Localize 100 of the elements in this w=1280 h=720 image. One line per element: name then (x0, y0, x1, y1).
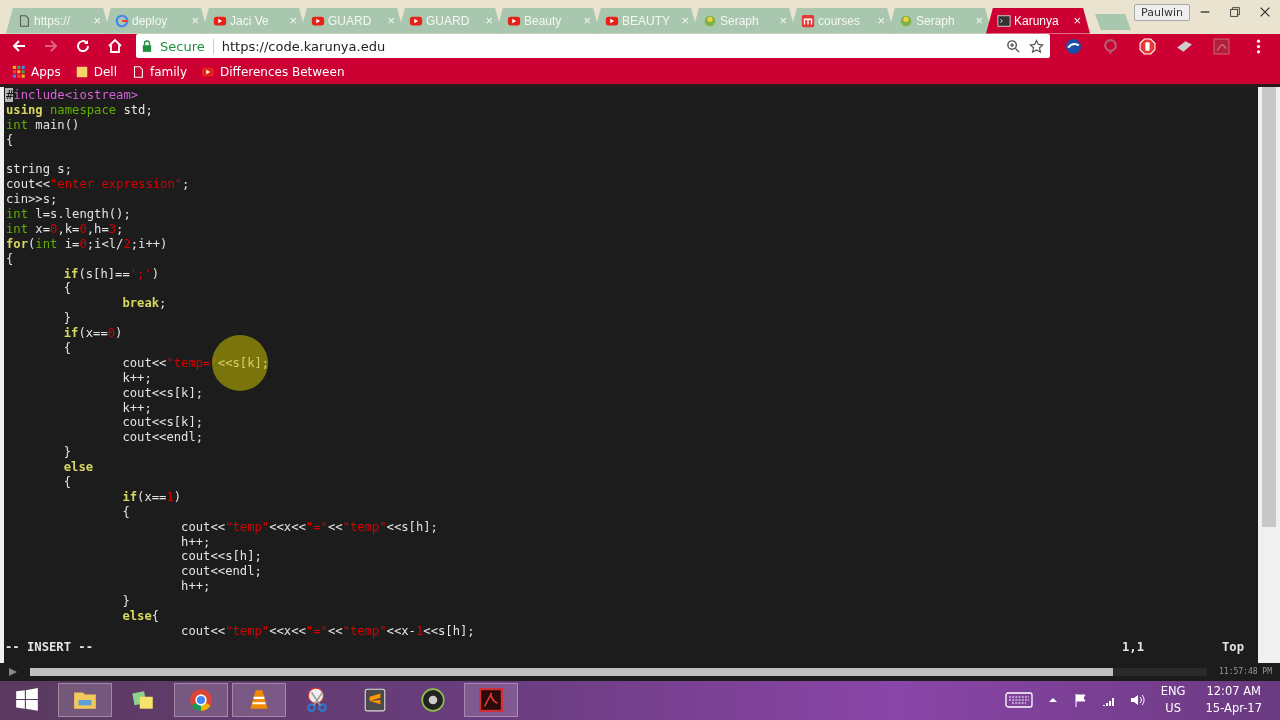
letter-m-icon (801, 13, 815, 28)
zoom-icon[interactable] (1006, 38, 1021, 54)
code-line: { (62, 281, 73, 297)
taskbar-button[interactable] (232, 683, 286, 718)
tab-close-button[interactable]: × (583, 13, 591, 29)
code-line: { (121, 504, 131, 520)
close-icon[interactable] (1258, 5, 1272, 19)
bookmark[interactable]: family (131, 64, 188, 79)
scissors-icon (304, 687, 330, 714)
star-icon[interactable] (1029, 38, 1044, 54)
code-line: break; (121, 296, 168, 312)
code-line: } (62, 311, 73, 327)
code-line: int x=0,k=0,h=3; (5, 221, 125, 237)
secure-label: Secure (160, 38, 214, 54)
tab-title: https:// (34, 13, 72, 28)
url-text: https://code.karunya.edu (221, 38, 386, 54)
disc-icon (420, 687, 446, 714)
browser-tab[interactable]: Karunya × (986, 7, 1090, 34)
code-line: if(s[h]==';') (62, 266, 161, 282)
progress-bar[interactable] (30, 667, 1113, 676)
tab-title: deploy (132, 13, 169, 28)
flag-icon[interactable] (1072, 692, 1089, 709)
code-line: int main() (5, 117, 81, 133)
play-icon[interactable] (8, 666, 18, 677)
code-line: if(x==0) (62, 326, 124, 341)
code-line: cout<<"temp"<<x<<"="<<"temp"<<x-1<<s[h]; (180, 623, 476, 639)
tab-close-button[interactable]: × (681, 13, 689, 29)
code-line: cin>>s; (5, 192, 59, 207)
tab-title: Seraph (720, 13, 760, 28)
apps-grid-icon (12, 64, 26, 79)
stop-hand-icon[interactable] (1139, 37, 1156, 55)
page-icon (17, 13, 31, 28)
code-line: cout<<endl; (180, 564, 263, 580)
pdf-icon (478, 687, 504, 714)
folder-icon (74, 64, 89, 79)
home-icon[interactable] (107, 38, 123, 55)
windows-logo-icon (14, 687, 40, 714)
tab-title: Beauty (524, 13, 563, 28)
scroll-position: Top (1222, 638, 1244, 655)
code-line: cout<<"temp="<<s[k]; (121, 355, 271, 371)
tab-close-button[interactable]: × (387, 13, 395, 29)
tab-close-button[interactable]: × (289, 13, 297, 29)
tab-close-button[interactable]: × (191, 13, 199, 29)
taskbar-button[interactable] (58, 683, 112, 718)
tab-close-button[interactable]: × (1073, 13, 1081, 29)
code-line: k++; (121, 400, 153, 416)
code-line: h++; (180, 579, 212, 595)
cursor-position: 1,1 (1121, 638, 1144, 655)
restore-icon[interactable] (1228, 5, 1242, 19)
keyboard-icon[interactable] (1004, 692, 1033, 709)
code-line: if(x==1) (121, 489, 183, 505)
code-line: h++; (180, 534, 212, 550)
tab-title: GUARD (328, 13, 373, 28)
page-icon (131, 64, 145, 79)
tab-title: Seraph (916, 13, 956, 28)
code-line: { (5, 251, 15, 267)
code-line: cout<<s[h]; (180, 549, 263, 565)
tab-title: courses (818, 13, 862, 28)
bookmark[interactable]: Dell (74, 64, 117, 79)
code-line: { (5, 132, 15, 148)
tab-close-button[interactable]: × (93, 13, 101, 29)
code-line: cout<<"enter expression"; (5, 177, 191, 193)
code-line: string s; (5, 162, 74, 178)
reload-icon[interactable] (75, 38, 91, 55)
tab-close-button[interactable]: × (877, 13, 885, 29)
tab-close-button[interactable]: × (779, 13, 787, 29)
clock[interactable]: 12:07 AM 15-Apr-17 (1205, 683, 1262, 718)
mascot-icon (899, 13, 913, 28)
profile-button[interactable]: Paulwin (1134, 4, 1190, 21)
extension-icon[interactable] (1065, 37, 1082, 55)
code-line: cout<<s[k]; (121, 415, 205, 431)
code-line: cout<<"temp"<<x<<"="<<"temp"<<s[h]; (180, 519, 439, 535)
code-line: using namespace std; (5, 102, 154, 118)
code-line: { (62, 475, 73, 490)
code-line: cout<<s[k]; (121, 385, 205, 401)
lock-icon (142, 40, 152, 53)
code-line: for(int i=0;i<l/2;i++) (5, 236, 169, 252)
address-bar[interactable]: Secure https://code.karunya.edu (136, 34, 1050, 59)
browser-icon (188, 687, 214, 714)
terminal-icon (997, 13, 1011, 28)
timestamp: 11:57:48 PM (1219, 667, 1272, 677)
tab-title: BEAUTY (622, 13, 671, 28)
mode-indicator: -- INSERT -- (5, 638, 94, 655)
code-line: else{ (121, 609, 161, 624)
tab-close-button[interactable]: × (975, 13, 983, 29)
tab-close-button[interactable]: × (485, 13, 493, 29)
taskbar-button[interactable] (464, 683, 518, 718)
editor-icon (362, 687, 388, 714)
bookmark[interactable]: Differences Between (201, 64, 345, 79)
mascot-icon (703, 13, 717, 28)
code-line: int l=s.length(); (5, 206, 132, 222)
code-line: cout<<endl; (121, 430, 205, 446)
code-line: } (121, 594, 131, 609)
code-line: } (62, 445, 73, 461)
tab-title: GUARD (426, 13, 471, 28)
code-line: else (62, 460, 95, 475)
code-line: k++; (121, 370, 153, 386)
language-indicator[interactable]: ENG US (1160, 683, 1186, 718)
bookmark[interactable]: Apps (12, 64, 61, 79)
taskbar-button[interactable] (174, 683, 228, 718)
